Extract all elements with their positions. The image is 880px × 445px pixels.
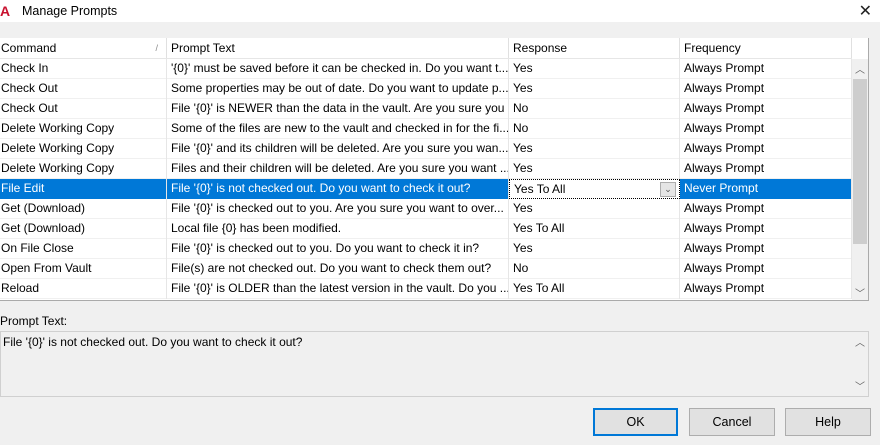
table-row[interactable]: Get (Download) File '{0}' is checked out … — [0, 199, 852, 219]
prompt-text-cell[interactable]: Some of the files are new to the vault a… — [167, 119, 509, 139]
prompt-text-cell[interactable]: File '{0}' and its children will be dele… — [167, 139, 509, 159]
prompt-text-cell[interactable]: File '{0}' is NEWER than the data in the… — [167, 99, 509, 119]
title-bar: A Manage Prompts ✕ — [0, 0, 880, 22]
sort-icon: / — [155, 43, 158, 53]
frequency-cell[interactable]: Always Prompt — [680, 239, 852, 259]
table-row[interactable]: Check Out Some properties may be out of d… — [0, 79, 852, 99]
table-row[interactable]: Get (Download) Local file {0} has been mo… — [0, 219, 852, 239]
column-label: Command — [1, 41, 57, 55]
table-row[interactable]: Reload File '{0}' is OLDER than the lates… — [0, 279, 852, 299]
command-cell[interactable]: Delete Working Copy — [0, 159, 167, 179]
frequency-cell[interactable]: Always Prompt — [680, 259, 852, 279]
command-cell[interactable]: Get (Download) — [0, 199, 167, 219]
response-cell[interactable]: Yes — [509, 239, 680, 259]
command-cell[interactable]: Check In — [0, 59, 167, 79]
frequency-cell[interactable]: Always Prompt — [680, 119, 852, 139]
column-header-command[interactable]: Command / — [0, 38, 167, 58]
command-cell[interactable]: File Edit — [0, 179, 167, 199]
command-cell[interactable]: Open From Vault — [0, 259, 167, 279]
frequency-cell[interactable]: Always Prompt — [680, 199, 852, 219]
prompt-text-label: Prompt Text: — [0, 314, 68, 328]
prompt-text-cell[interactable]: File '{0}' is not checked out. Do you wa… — [167, 179, 509, 199]
cancel-button[interactable]: Cancel — [689, 408, 775, 436]
window-title: Manage Prompts — [22, 4, 118, 18]
grid-scrollbar[interactable]: ︿ ﹀ — [852, 59, 868, 300]
frequency-cell[interactable]: Always Prompt — [680, 219, 852, 239]
frequency-cell[interactable]: Always Prompt — [680, 139, 852, 159]
prompt-text-cell[interactable]: '{0}' must be saved before it can be che… — [167, 59, 509, 79]
table-row[interactable]: On File Close File '{0}' is checked out t… — [0, 239, 852, 259]
response-cell[interactable]: No — [509, 259, 680, 279]
prompt-text-cell[interactable]: Files and their children will be deleted… — [167, 159, 509, 179]
response-cell[interactable]: Yes — [509, 79, 680, 99]
column-header-response[interactable]: Response — [509, 38, 680, 58]
prompt-text-cell[interactable]: File '{0}' is checked out to you. Do you… — [167, 239, 509, 259]
table-row[interactable]: Delete Working Copy Some of the files are… — [0, 119, 852, 139]
chevron-down-icon[interactable]: ⌄ — [660, 182, 676, 197]
frequency-cell[interactable]: Always Prompt — [680, 99, 852, 119]
response-cell[interactable]: Yes To All — [509, 219, 680, 239]
table-row[interactable]: Check Out File '{0}' is NEWER than the da… — [0, 99, 852, 119]
table-row[interactable]: File Edit File '{0}' is not checked out. … — [0, 179, 852, 199]
response-cell[interactable]: No — [509, 119, 680, 139]
prompt-text-field[interactable]: File '{0}' is not checked out. Do you wa… — [0, 331, 869, 397]
response-value: Yes To All — [514, 182, 566, 196]
response-cell[interactable]: Yes — [509, 139, 680, 159]
frequency-cell[interactable]: Always Prompt — [680, 59, 852, 79]
frequency-cell[interactable]: Never Prompt — [680, 179, 852, 199]
scroll-up-icon[interactable]: ︿ — [852, 61, 868, 77]
frequency-cell[interactable]: Always Prompt — [680, 79, 852, 99]
table-row[interactable]: Delete Working Copy File '{0}' and its ch… — [0, 139, 852, 159]
prompt-text-cell[interactable]: File(s) are not checked out. Do you want… — [167, 259, 509, 279]
prompts-grid: Command / Prompt Text Response Frequency … — [0, 38, 869, 301]
response-cell[interactable]: Yes To All — [509, 279, 680, 299]
close-icon[interactable]: ✕ — [859, 1, 872, 21]
column-header-prompt-text[interactable]: Prompt Text — [167, 38, 509, 58]
prompt-text-value: File '{0}' is not checked out. Do you wa… — [3, 335, 303, 349]
command-cell[interactable]: Check Out — [0, 99, 167, 119]
help-button[interactable]: Help — [785, 408, 871, 436]
prompt-text-cell[interactable]: File '{0}' is OLDER than the latest vers… — [167, 279, 509, 299]
response-cell[interactable]: Yes — [509, 199, 680, 219]
prompt-text-cell[interactable]: Some properties may be out of date. Do y… — [167, 79, 509, 99]
app-logo-icon: A — [0, 3, 11, 19]
prompt-text-cell[interactable]: File '{0}' is checked out to you. Are yo… — [167, 199, 509, 219]
command-cell[interactable]: Delete Working Copy — [0, 119, 167, 139]
response-cell[interactable]: Yes To All ⌄ — [509, 179, 680, 199]
response-cell[interactable]: Yes — [509, 59, 680, 79]
command-cell[interactable]: Check Out — [0, 79, 167, 99]
scroll-down-icon[interactable]: ﹀ — [852, 378, 868, 394]
command-cell[interactable]: Get (Download) — [0, 219, 167, 239]
scroll-down-icon[interactable]: ﹀ — [852, 285, 868, 300]
prompt-text-cell[interactable]: Local file {0} has been modified. — [167, 219, 509, 239]
command-cell[interactable]: On File Close — [0, 239, 167, 259]
table-row[interactable]: Delete Working Copy Files and their child… — [0, 159, 852, 179]
prompt-text-scrollbar[interactable]: ︿ ﹀ — [852, 332, 868, 396]
column-header-frequency[interactable]: Frequency — [680, 38, 852, 58]
table-row[interactable]: Open From Vault File(s) are not checked o… — [0, 259, 852, 279]
scroll-thumb[interactable] — [853, 79, 867, 244]
response-cell[interactable]: No — [509, 99, 680, 119]
ok-button[interactable]: OK — [593, 408, 678, 436]
table-row[interactable]: Check In '{0}' must be saved before it ca… — [0, 59, 852, 79]
command-cell[interactable]: Reload — [0, 279, 167, 299]
frequency-cell[interactable]: Always Prompt — [680, 159, 852, 179]
frequency-cell[interactable]: Always Prompt — [680, 279, 852, 299]
command-cell[interactable]: Delete Working Copy — [0, 139, 167, 159]
grid-header: Command / Prompt Text Response Frequency — [0, 38, 852, 59]
response-cell[interactable]: Yes — [509, 159, 680, 179]
scroll-up-icon[interactable]: ︿ — [852, 334, 868, 350]
